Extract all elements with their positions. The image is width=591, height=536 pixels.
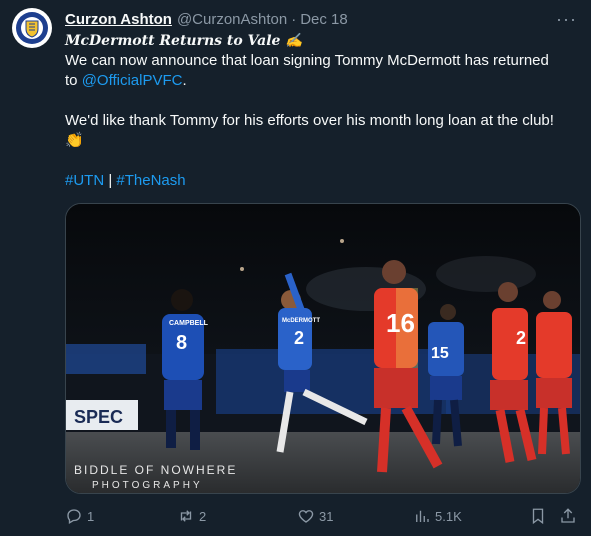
separator-dot: · [291,10,297,28]
player-number-label: 2 [294,328,304,348]
retweet-count: 2 [199,508,207,524]
bookmark-icon [532,508,544,525]
views-chart-icon [416,510,429,522]
retweet-button[interactable]: 2 [177,505,206,527]
tweet-title: McDermott Returns to Vale ✍ [65,33,303,49]
tweet-date[interactable]: Dec 18 [300,11,348,28]
tweet-photo[interactable]: SPEC CAMPBELL 8 McDERMOTT 2 16 15 2 BIDD… [65,203,581,494]
like-count: 31 [319,508,334,524]
share-icon [561,508,575,523]
tweet-header: Curzon Ashton @CurzonAshton · Dec 18 ··· [65,9,577,29]
reply-button[interactable]: 1 [65,505,94,527]
player-number-label: 2 [516,328,526,348]
hashtag-link[interactable]: #UTN [65,172,104,189]
tweet-line: We'd like thank Tommy for his efforts ov… [65,112,554,129]
hashtag-separator: | [104,172,117,189]
author-name[interactable]: Curzon Ashton [65,11,172,28]
more-options-button[interactable]: ··· [556,9,577,29]
clap-emoji: 👏 [65,132,84,149]
views-button[interactable]: 5.1K [413,505,462,527]
bookmark-button[interactable] [529,505,547,527]
tweet-line: to @OfficialPVFC. [65,71,581,91]
match-photo: SPEC CAMPBELL 8 McDERMOTT 2 16 15 2 BIDD… [66,204,580,493]
reply-icon [67,509,81,524]
club-crest-icon [13,9,51,47]
heart-icon [298,510,314,523]
tweet-actions: 1 2 31 5.1K [65,505,581,527]
player-number-label: 15 [431,345,449,362]
hashtags: #UTN | #TheNash [65,171,581,191]
watermark-line2: PHOTOGRAPHY [92,480,203,491]
views-count: 5.1K [435,508,462,524]
avatar[interactable] [12,8,52,48]
watermark-line1: BIDDLE OF NOWHERE [74,463,237,477]
text-fragment: to [65,72,82,89]
hashtag-link[interactable]: #TheNash [116,172,185,189]
like-button[interactable]: 31 [297,505,333,527]
player-number-label: 16 [386,308,415,338]
tweet-text: McDermott Returns to Vale ✍ We can now a… [65,31,581,191]
reply-count: 1 [87,508,95,524]
mention-link[interactable]: @OfficialPVFC [82,72,183,89]
sign-text: SPEC [74,407,123,427]
tweet[interactable]: Curzon Ashton @CurzonAshton · Dec 18 ···… [0,0,591,536]
retweet-icon [180,510,192,522]
share-button[interactable] [559,505,577,527]
player-name-label: McDERMOTT [282,318,320,324]
text-fragment: . [182,72,187,89]
player-name-label: CAMPBELL [169,320,209,327]
player-number-label: 8 [176,332,187,354]
author-handle[interactable]: @CurzonAshton [177,11,287,28]
tweet-line: We can now announce that loan signing To… [65,52,549,69]
